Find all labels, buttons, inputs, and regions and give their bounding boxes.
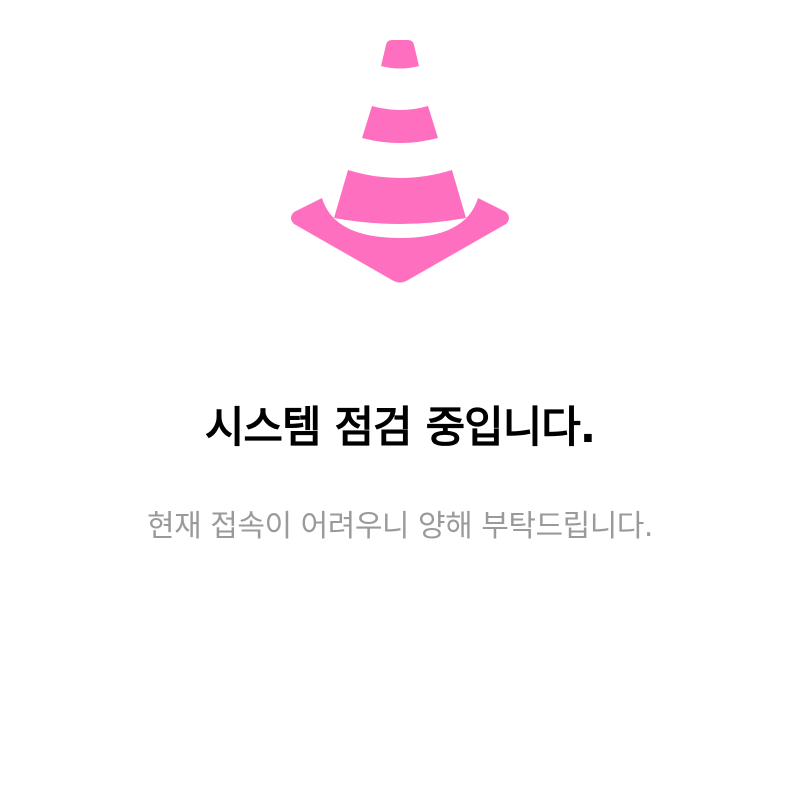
maintenance-page: 시스템 점검 중입니다. 현재 접속이 어려우니 양해 부탁드립니다. — [0, 0, 800, 800]
page-title: 시스템 점검 중입니다. — [204, 403, 596, 453]
cone-lower-segment — [334, 170, 466, 224]
maintenance-message: 현재 접속이 어려우니 양해 부탁드립니다. — [147, 509, 653, 544]
traffic-cone-icon — [284, 34, 516, 290]
cone-tip-segment — [381, 40, 419, 69]
cone-middle-segment — [362, 106, 438, 143]
